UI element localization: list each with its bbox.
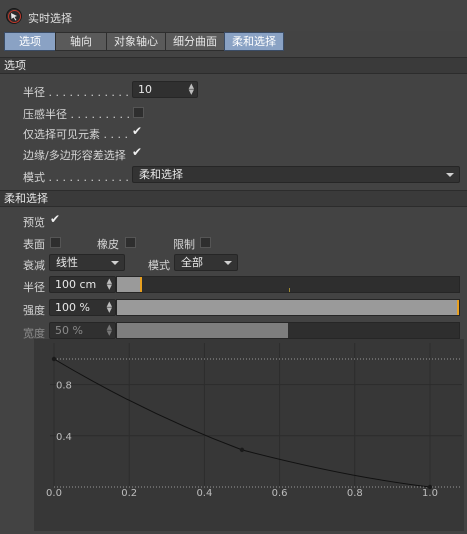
tolerance-checkbox[interactable]: ✔ bbox=[132, 145, 143, 159]
falloff-value: 线性 bbox=[56, 256, 78, 269]
tab-soft-selection[interactable]: 柔和选择 bbox=[224, 32, 284, 51]
strength-label: 强度 bbox=[23, 304, 45, 317]
spinner-arrows-icon[interactable]: ▲ ▼ bbox=[107, 278, 112, 291]
panel-header: 实时选择 bbox=[0, 0, 467, 31]
x-tick-label: 0.4 bbox=[196, 488, 212, 499]
width-slider[interactable] bbox=[116, 322, 460, 339]
x-tick-label: 0.8 bbox=[347, 488, 363, 499]
width-value: 50 % bbox=[55, 324, 83, 337]
strength-slider-handle[interactable] bbox=[457, 300, 459, 315]
visible-only-label: 仅选择可见元素 . . . . bbox=[23, 128, 128, 141]
soft-selection-section-header[interactable]: 柔和选择 bbox=[0, 190, 467, 207]
chevron-down-icon bbox=[446, 173, 454, 177]
radius-input[interactable]: 10 ▲ ▼ bbox=[132, 81, 198, 98]
falloff-curve-line bbox=[53, 358, 431, 488]
radius-value: 10 bbox=[138, 83, 152, 96]
mode-label: 模式 . . . . . . . . . . . . . bbox=[23, 171, 136, 184]
x-tick-label: 0.0 bbox=[46, 488, 62, 499]
checkmark-icon: ✔ bbox=[132, 145, 143, 159]
surface-checkbox[interactable] bbox=[50, 237, 61, 248]
soft-radius-slider-handle[interactable] bbox=[140, 277, 142, 292]
y-tick-label: 0.8 bbox=[56, 381, 72, 392]
options-section-header[interactable]: 选项 bbox=[0, 57, 467, 74]
spinner-arrows-icon[interactable]: ▲ ▼ bbox=[189, 83, 194, 96]
soft-radius-label: 半径 bbox=[23, 281, 45, 294]
soft-radius-slider-fill bbox=[117, 277, 141, 292]
soft-radius-slider[interactable] bbox=[116, 276, 460, 293]
x-tick-label: 0.6 bbox=[272, 488, 288, 499]
spinner-arrows-icon[interactable]: ▲ ▼ bbox=[107, 324, 112, 337]
tab-bar: 选项 轴向 对象轴心 细分曲面 柔和选择 bbox=[4, 32, 284, 51]
restrict-label: 限制 bbox=[173, 238, 195, 251]
selection-arrow-icon bbox=[6, 8, 22, 24]
strength-value: 100 % bbox=[55, 301, 90, 314]
falloff-label: 衰减 bbox=[23, 259, 45, 272]
curve-knot-point bbox=[51, 356, 57, 362]
soft-mode-value: 全部 bbox=[181, 256, 203, 269]
preview-checkbox[interactable]: ✔ bbox=[50, 212, 61, 226]
strength-slider-fill bbox=[117, 300, 459, 315]
strength-slider[interactable] bbox=[116, 299, 460, 316]
checkmark-icon: ✔ bbox=[132, 124, 143, 138]
soft-mode-dropdown[interactable]: 全部 bbox=[174, 254, 238, 271]
y-tick-label: 0.4 bbox=[56, 432, 72, 443]
soft-radius-input[interactable]: 100 cm ▲ ▼ bbox=[49, 276, 116, 293]
width-slider-fill bbox=[117, 323, 288, 338]
pressure-radius-checkbox[interactable] bbox=[133, 107, 144, 118]
pressure-radius-label: 压感半径 . . . . . . . . . bbox=[23, 108, 130, 121]
curve-knot-point bbox=[239, 447, 245, 453]
rubber-checkbox[interactable] bbox=[125, 237, 136, 248]
checkmark-icon: ✔ bbox=[50, 212, 61, 226]
tab-axis[interactable]: 轴向 bbox=[55, 32, 107, 51]
mode-value: 柔和选择 bbox=[139, 168, 183, 181]
spinner-arrows-icon[interactable]: ▲ ▼ bbox=[107, 301, 112, 314]
preview-label: 预览 bbox=[23, 216, 45, 229]
tolerance-label: 边缘/多边形容差选择 bbox=[23, 149, 126, 162]
mode-dropdown[interactable]: 柔和选择 bbox=[132, 166, 460, 183]
falloff-curve-graph[interactable]: 0.0 0.2 0.4 0.6 0.8 1.0 0.4 0.8 bbox=[34, 339, 464, 531]
restrict-checkbox[interactable] bbox=[200, 237, 211, 248]
slider-center-tick bbox=[289, 288, 290, 292]
width-input[interactable]: 50 % ▲ ▼ bbox=[49, 322, 116, 339]
strength-input[interactable]: 100 % ▲ ▼ bbox=[49, 299, 116, 316]
radius-label: 半径 . . . . . . . . . . . . . bbox=[23, 86, 136, 99]
rubber-label: 橡皮 bbox=[97, 238, 119, 251]
soft-radius-value: 100 cm bbox=[55, 278, 97, 291]
tab-object-axis[interactable]: 对象轴心 bbox=[106, 32, 166, 51]
panel-title: 实时选择 bbox=[28, 12, 72, 25]
soft-mode-label: 模式 bbox=[148, 259, 170, 272]
chevron-down-icon bbox=[111, 261, 119, 265]
tab-options[interactable]: 选项 bbox=[4, 32, 56, 51]
visible-only-checkbox[interactable]: ✔ bbox=[132, 124, 143, 138]
curve-knot-point bbox=[427, 484, 433, 490]
surface-label: 表面 bbox=[23, 238, 45, 251]
x-tick-label: 1.0 bbox=[422, 488, 438, 499]
x-tick-label: 0.2 bbox=[121, 488, 137, 499]
falloff-curve-svg: 0.0 0.2 0.4 0.6 0.8 1.0 0.4 0.8 bbox=[46, 343, 462, 499]
tab-subdivision[interactable]: 细分曲面 bbox=[165, 32, 225, 51]
falloff-dropdown[interactable]: 线性 bbox=[49, 254, 125, 271]
chevron-down-icon bbox=[224, 261, 232, 265]
